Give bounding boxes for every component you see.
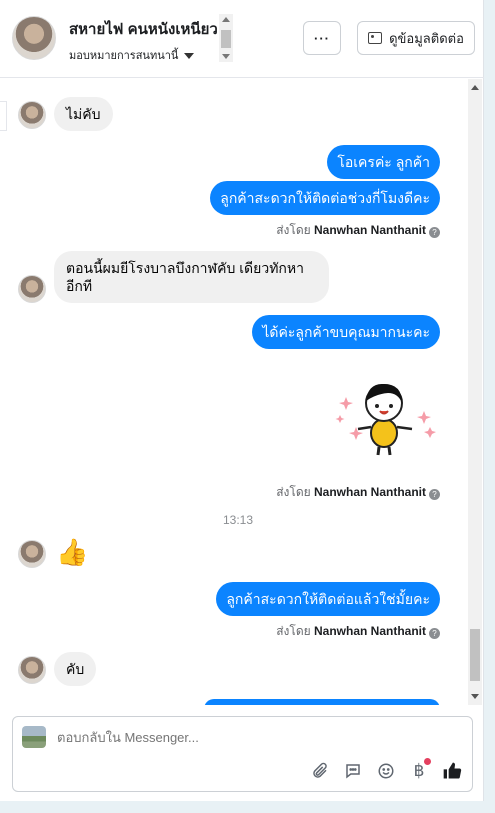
girl-sticker-image[interactable]	[332, 377, 442, 459]
customer-avatar	[18, 101, 46, 129]
sent-by-label: ส่งโดย Nanwhan Nanthanit?	[276, 483, 440, 502]
info-icon[interactable]: ?	[429, 489, 440, 500]
message-list[interactable]: ไม่คับ โอเครค่ะ ลูกค้า ลูกค้าสะดวกให้ติด…	[0, 79, 484, 705]
sent-by-label: ส่งโดย Nanwhan Nanthanit?	[276, 622, 440, 641]
sent-by-prefix: ส่งโดย	[276, 223, 311, 237]
scroll-up-arrow-icon[interactable]	[471, 85, 479, 90]
scroll-thumb[interactable]	[470, 629, 480, 681]
sent-by-label: ส่งโดย Nanwhan Nanthanit?	[276, 221, 440, 240]
incoming-message[interactable]: ตอนนี้ผมยีโรงบาลบึงกาฬคับ เดียวทักหาอีกท…	[54, 251, 329, 303]
conversation-panel: สหายไฟ คนหนังเหนียว มอบหมายการสนทนานี้ ·…	[0, 0, 484, 801]
customer-avatar	[18, 540, 46, 568]
header-scrollbar[interactable]	[219, 14, 233, 62]
assign-label: มอบหมายการสนทนานี้	[69, 50, 179, 62]
incoming-message[interactable]: ไม่คับ	[54, 97, 113, 131]
paperclip-icon[interactable]	[310, 761, 330, 781]
more-options-button[interactable]: ···	[303, 21, 341, 55]
composer-toolbar: ฿	[310, 758, 462, 781]
reply-composer: ฿	[12, 716, 473, 792]
sender-name: Nanwhan Nanthanit	[313, 223, 426, 237]
assign-conversation-dropdown[interactable]: มอบหมายการสนทนานี้	[69, 46, 195, 64]
scroll-thumb[interactable]	[221, 30, 231, 48]
sent-by-prefix: ส่งโดย	[276, 485, 311, 499]
sender-name: Nanwhan Nanthanit	[313, 485, 426, 499]
scroll-down-arrow-icon[interactable]	[471, 694, 479, 699]
customer-avatar	[18, 656, 46, 684]
chat-bubble-icon[interactable]	[343, 761, 363, 781]
contact-card-icon	[368, 32, 383, 44]
info-icon[interactable]: ?	[429, 227, 440, 238]
incoming-message[interactable]: คับ	[54, 652, 97, 686]
caret-down-icon	[184, 53, 195, 60]
message-scrollbar[interactable]	[468, 79, 482, 705]
outgoing-message-partial[interactable]	[204, 699, 440, 705]
conversation-header: สหายไฟ คนหนังเหนียว มอบหมายการสนทนานี้ ·…	[0, 0, 484, 78]
sender-name: Nanwhan Nanthanit	[313, 624, 426, 638]
notification-dot	[424, 758, 431, 765]
outgoing-message[interactable]: ได้ค่ะลูกค้าขบคุณมากนะคะ	[252, 315, 440, 349]
baht-icon[interactable]: ฿	[409, 758, 431, 781]
thumbs-up-emoji-message[interactable]: 👍	[56, 537, 88, 568]
contact-avatar[interactable]	[12, 16, 56, 60]
view-contact-info-label: ดูข้อมูลติดต่อ	[389, 30, 464, 46]
outgoing-message[interactable]: ลูกค้าสะดวกให้ติดต่อแล้วใช่มั้ยคะ	[216, 582, 440, 616]
contact-name[interactable]: สหายไฟ คนหนังเหนียว	[69, 17, 219, 41]
page-avatar	[22, 726, 46, 748]
customer-avatar	[18, 275, 46, 303]
scroll-up-arrow-icon[interactable]	[222, 17, 230, 22]
reply-input[interactable]	[57, 730, 437, 745]
message-timestamp: 13:13	[222, 513, 254, 527]
scroll-down-arrow-icon[interactable]	[222, 54, 230, 59]
thumbs-up-icon[interactable]	[442, 761, 462, 781]
sent-by-prefix: ส่งโดย	[276, 624, 311, 638]
view-contact-info-button[interactable]: ดูข้อมูลติดต่อ	[357, 21, 475, 55]
side-panel-tab[interactable]	[0, 101, 7, 131]
outgoing-message[interactable]: ลูกค้าสะดวกให้ติดต่อช่วงกี่โมงดีคะ	[210, 181, 440, 215]
outgoing-message[interactable]: โอเครค่ะ ลูกค้า	[327, 145, 440, 179]
info-icon[interactable]: ?	[429, 628, 440, 639]
smiley-icon[interactable]	[376, 761, 396, 781]
